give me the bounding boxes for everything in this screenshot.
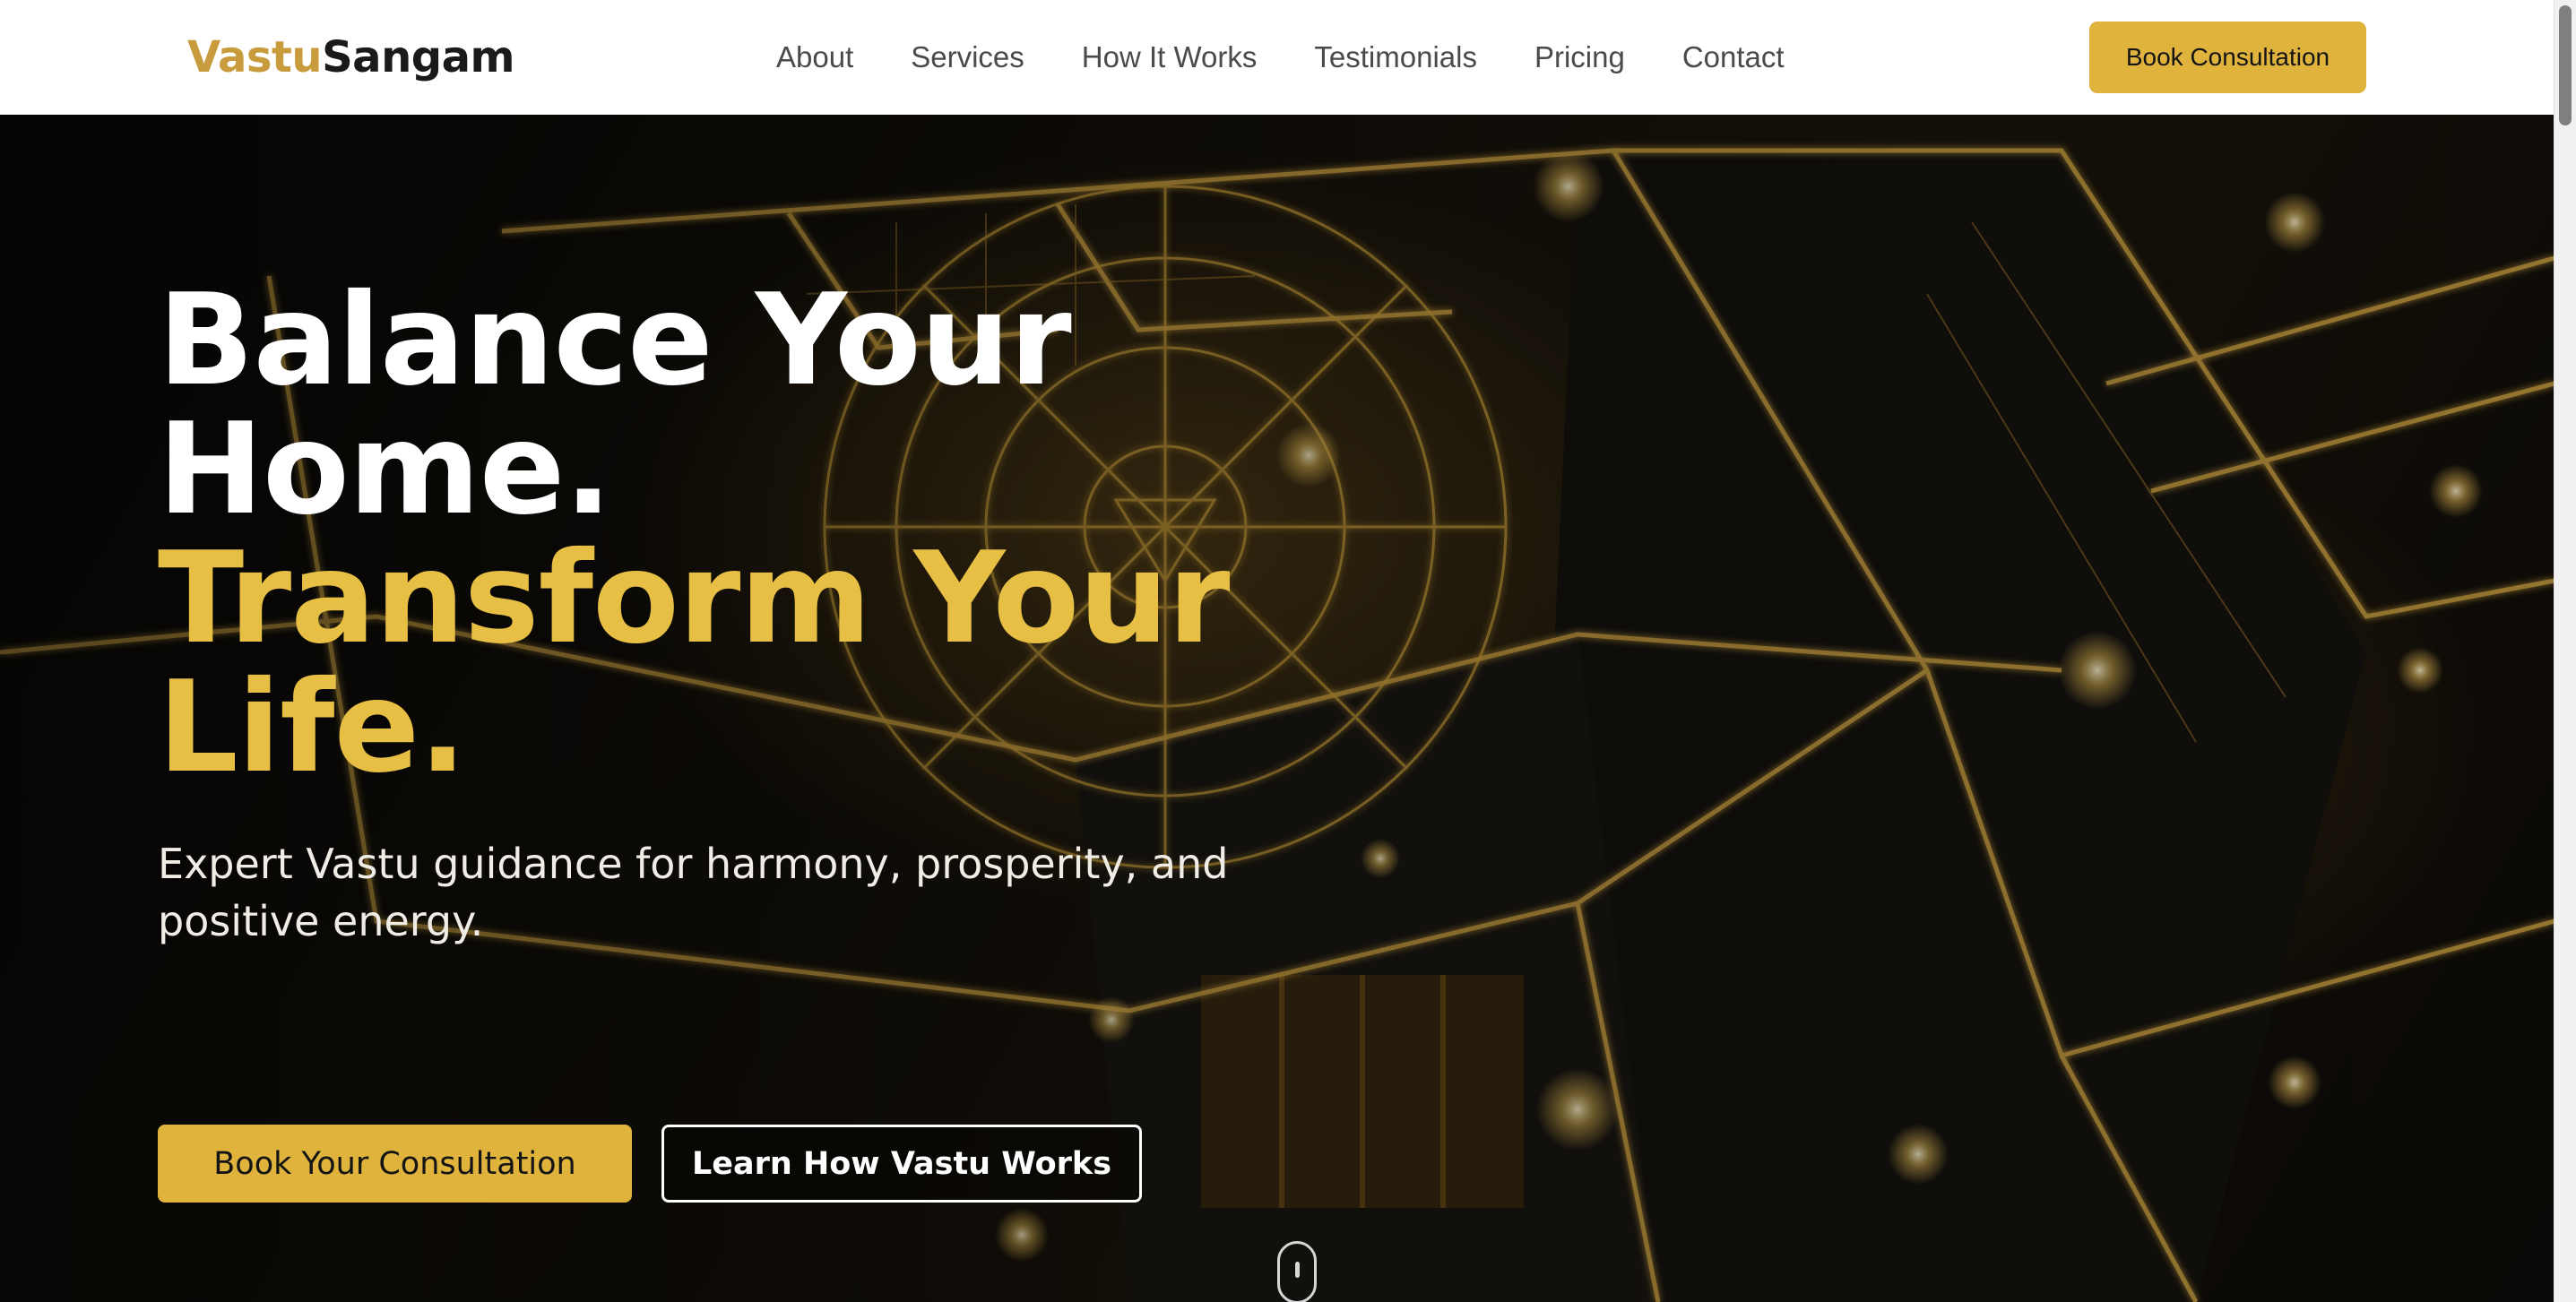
mouse-wheel [1295,1262,1300,1278]
main-nav: About Services How It Works Testimonials… [776,34,1842,81]
nav-link-services[interactable]: Services [911,34,1024,81]
brand-logo-part-vastu: Vastu [187,32,323,82]
mouse-scroll-icon[interactable] [1277,1241,1317,1302]
nav-link-about[interactable]: About [776,34,853,81]
brand-logo[interactable]: VastuSangam [187,27,515,88]
nav-link-pricing[interactable]: Pricing [1534,34,1625,81]
headline-line-2: Home. [158,396,612,543]
page-scrollbar[interactable] [2554,0,2576,1302]
nav-link-testimonials[interactable]: Testimonials [1314,34,1477,81]
book-your-consultation-button[interactable]: Book Your Consultation [158,1125,632,1203]
headline-line-3: Transform Your [158,525,1230,672]
headline-line-4: Life. [158,654,467,801]
hero-subtitle: Expert Vastu guidance for harmony, prosp… [158,840,1229,945]
hero-headline: Balance Your Home. Transform Your Life. [158,267,1230,801]
book-consultation-nav-button[interactable]: Book Consultation [2089,22,2366,93]
nav-link-how-it-works[interactable]: How It Works [1082,34,1258,81]
brand-logo-part-sangam: Sangam [322,32,515,82]
learn-how-vastu-works-button[interactable]: Learn How Vastu Works [661,1125,1142,1203]
headline-line-1: Balance Your [158,267,1072,414]
top-navbar: VastuSangam About Services How It Works … [0,0,2554,115]
scrollbar-thumb[interactable] [2559,5,2572,125]
hero-section: Balance Your Home. Transform Your Life. … [0,115,2554,1302]
nav-link-contact[interactable]: Contact [1682,34,1785,81]
